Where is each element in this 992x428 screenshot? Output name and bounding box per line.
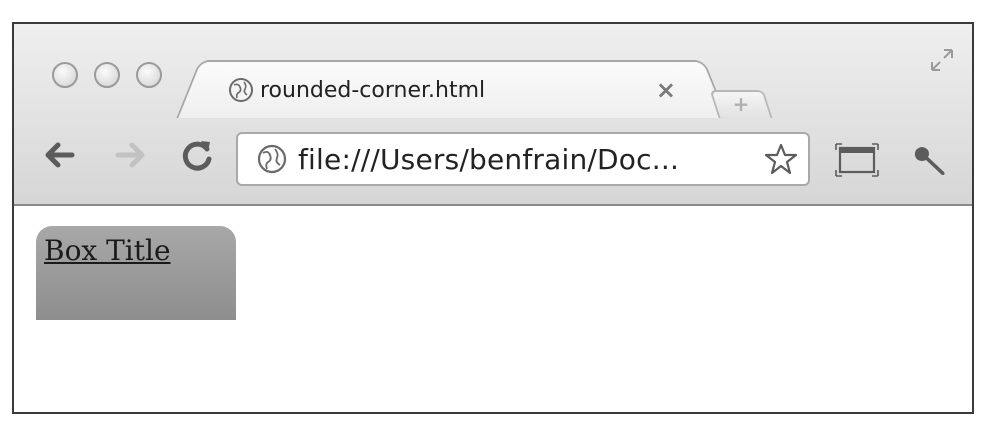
tab-title: rounded-corner.html [260,77,486,103]
browser-window: rounded-corner.html × + file:///Users/be… [12,22,974,414]
wrench-icon[interactable] [908,142,954,178]
plus-icon: + [732,92,750,116]
minimize-window-button[interactable] [94,62,120,88]
globe-icon [229,78,253,102]
fullscreen-icon[interactable] [928,46,956,74]
star-icon[interactable] [764,142,798,176]
page-content: Box Title [14,206,972,412]
address-bar[interactable]: file:///Users/benfrain/Doc... [236,132,810,186]
url-text: file:///Users/benfrain/Doc... [298,142,680,176]
reload-icon [182,141,212,171]
reload-button[interactable] [178,136,216,174]
window-controls [52,62,162,88]
forward-button[interactable] [112,136,150,174]
globe-icon [257,144,287,174]
page-mode-icon[interactable] [834,142,880,178]
back-button[interactable] [40,136,78,174]
zoom-window-button[interactable] [136,62,162,88]
close-window-button[interactable] [52,62,78,88]
forward-arrow-icon [115,142,145,168]
close-icon[interactable]: × [656,76,676,104]
box-title-link[interactable]: Box Title [44,234,171,267]
back-arrow-icon [45,142,75,168]
tab-rounded-corner[interactable]: rounded-corner.html × [202,60,702,118]
browser-chrome: rounded-corner.html × + file:///Users/be… [14,24,972,206]
